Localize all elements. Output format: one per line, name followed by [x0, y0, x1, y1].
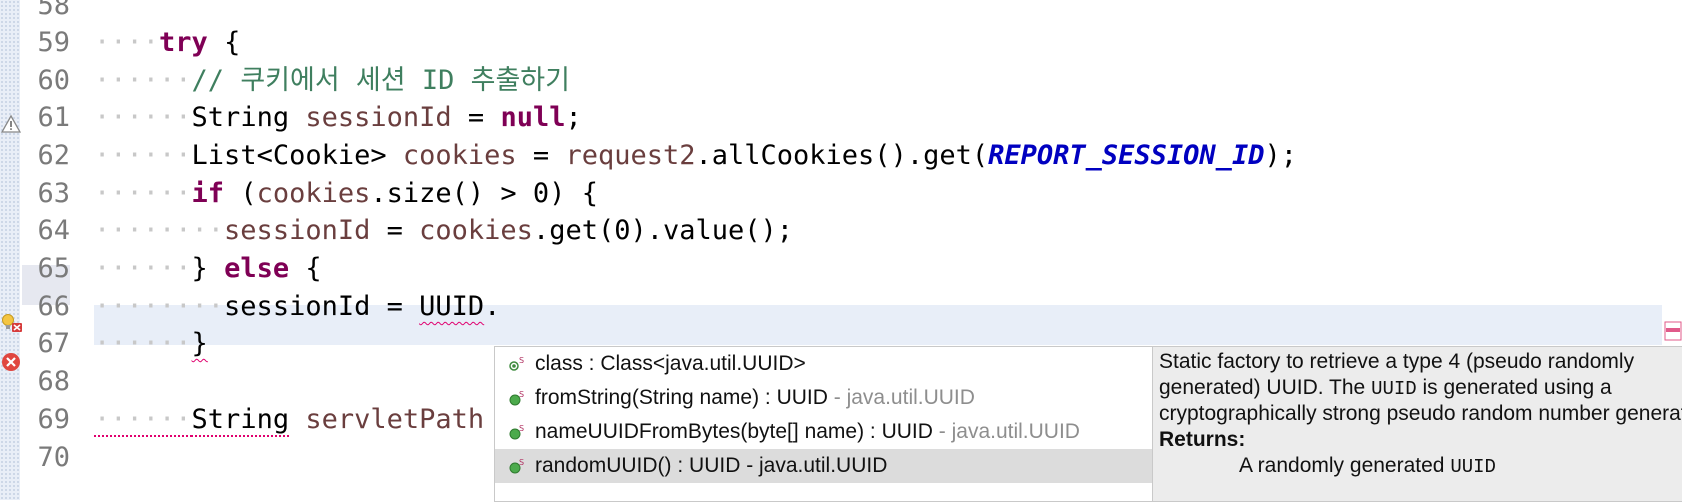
variable: servletPath [305, 404, 485, 435]
code-text: ( [224, 178, 257, 209]
left-ruler [0, 0, 20, 500]
code-text: .get(0).value(); [532, 215, 794, 246]
constant: REPORT_SESSION_ID [988, 140, 1265, 171]
keyword: else [224, 253, 290, 284]
keyword: if [191, 178, 225, 209]
completion-qualifier: - java.util.UUID [827, 386, 975, 409]
code-text: = [451, 102, 501, 133]
line-number: 61 [37, 102, 70, 133]
completion-item[interactable]: S class : Class<java.util.UUID> [495, 347, 1153, 381]
completion-label: randomUUID() : UUID - java.util.UUID [535, 454, 888, 477]
public-static-method-icon: S [509, 424, 524, 440]
variable: sessionId [224, 291, 371, 322]
completion-label: nameUUIDFromBytes(byte[] name) : UUID [535, 420, 933, 443]
variable: request2 [565, 140, 696, 171]
code-text: . [484, 291, 501, 322]
type-name: String [191, 102, 306, 133]
doc-returns-label: Returns: [1159, 428, 1246, 451]
completion-qualifier: - java.util.UUID [932, 420, 1080, 443]
type-name: List<Cookie> [191, 140, 403, 171]
type-name: String [191, 404, 290, 435]
warning-icon[interactable] [1, 114, 21, 134]
doc-text: generated) UUID. The UUID is generated u… [1159, 376, 1612, 400]
keyword: null [500, 102, 566, 133]
line-number: 70 [37, 442, 70, 473]
code-line-66[interactable]: ········sessionId = UUID. [94, 287, 500, 327]
public-static-method-icon: S [509, 390, 524, 406]
line-number: 63 [37, 178, 70, 209]
line-number: 62 [37, 140, 70, 171]
svg-text:S: S [519, 356, 524, 365]
code-line-69[interactable]: ······String servletPath [94, 400, 484, 440]
comment: // 쿠키에서 세션 ID 추출하기 [191, 65, 570, 96]
doc-returns-text: A randomly generated UUID [1239, 454, 1496, 478]
type-name: UUID [419, 291, 485, 322]
public-static-method-icon: S [509, 458, 524, 474]
code-line-67[interactable]: ······} [94, 324, 208, 364]
svg-text:S: S [519, 458, 524, 467]
doc-code: UUID [1450, 456, 1496, 478]
code-text: = [516, 140, 566, 171]
line-number: 64 [37, 215, 70, 246]
variable: cookies [402, 140, 517, 171]
code-text: { [289, 253, 322, 284]
code-line-59[interactable]: ····try { [94, 23, 240, 63]
code-text: } [191, 328, 208, 359]
variable: cookies [256, 178, 371, 209]
completion-item-selected[interactable]: S randomUUID() : UUID - java.util.UUID [495, 449, 1153, 483]
variable: sessionId [224, 215, 371, 246]
code-text: .size() > 0) { [370, 178, 598, 209]
code-text: = [370, 291, 420, 322]
variable: cookies [419, 215, 533, 246]
svg-text:S: S [519, 390, 524, 399]
content-assist-list[interactable]: S class : Class<java.util.UUID> S fromSt… [494, 346, 1154, 502]
javadoc-popup: Static factory to retrieve a type 4 (pse… [1152, 346, 1682, 502]
line-number: 68 [37, 366, 70, 397]
code-text: ; [565, 102, 582, 133]
doc-code: UUID [1371, 378, 1417, 400]
keyword: try [159, 27, 208, 58]
doc-text: Static factory to retrieve a type 4 (pse… [1159, 350, 1635, 373]
completion-label: fromString(String name) : UUID [535, 386, 828, 409]
line-number: 65 [37, 253, 70, 284]
code-line-62[interactable]: ······List<Cookie> cookies = request2.al… [94, 136, 1297, 176]
line-number: 67 [37, 328, 70, 359]
code-text: } [191, 253, 225, 284]
error-icon[interactable] [1, 352, 21, 372]
bulb-error-icon[interactable] [1, 313, 23, 333]
code-text: = [370, 215, 420, 246]
line-number: 66 [37, 291, 70, 322]
public-static-field-icon: S [509, 356, 524, 371]
line-number: 69 [37, 404, 70, 435]
line-number: 60 [37, 65, 70, 96]
code-text: { [207, 27, 241, 58]
code-line-60[interactable]: ······// 쿠키에서 세션 ID 추출하기 [94, 61, 570, 101]
svg-text:S: S [519, 424, 524, 433]
doc-text: cryptographically strong pseudo random n… [1159, 402, 1682, 425]
code-text: .allCookies().get( [695, 140, 989, 171]
line-number: 59 [37, 27, 70, 58]
completion-item[interactable]: S nameUUIDFromBytes(byte[] name) : UUID … [495, 415, 1153, 449]
code-line-63[interactable]: ······if (cookies.size() > 0) { [94, 174, 598, 214]
code-line-64[interactable]: ········sessionId = cookies.get(0).value… [94, 211, 793, 251]
code-line-61[interactable]: ······String sessionId = null; [94, 98, 582, 138]
code-line-65[interactable]: ······} else { [94, 249, 322, 289]
variable: sessionId [305, 102, 452, 133]
completion-label: class : Class<java.util.UUID> [535, 352, 806, 375]
code-text: ); [1264, 140, 1297, 171]
completion-item[interactable]: S fromString(String name) : UUID - java.… [495, 381, 1153, 415]
overview-error-marker-icon[interactable] [1664, 321, 1682, 341]
